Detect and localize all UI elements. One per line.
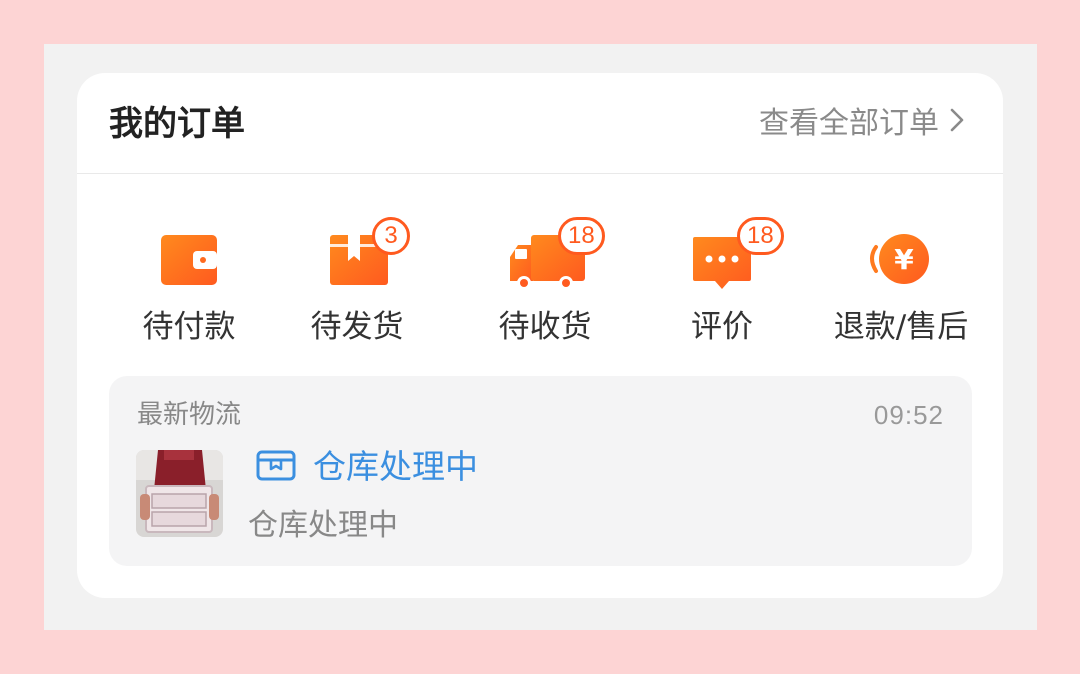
- logistics-status-text: 仓库处理中: [313, 447, 478, 486]
- box-icon: [272, 213, 442, 313]
- status-pending-payment[interactable]: 待付款: [104, 213, 274, 353]
- wallet-icon: [104, 213, 274, 313]
- card-header: 我的订单 查看全部订单: [77, 73, 1003, 174]
- status-label: 待付款: [142, 309, 236, 345]
- chevron-right-icon: [949, 105, 965, 143]
- badge-count: 18: [737, 217, 784, 255]
- package-icon: [255, 447, 297, 487]
- truck-icon: [460, 213, 630, 313]
- status-label: 待发货: [310, 309, 404, 345]
- status-label: 评价: [691, 309, 753, 345]
- status-refund-aftersale[interactable]: ¥ 退款/售后: [816, 213, 986, 353]
- my-orders-card: 我的订单 查看全部订单 待付款 3 待发货 18 待收货 18 评价 ¥ 退款/…: [77, 73, 1003, 598]
- svg-text:¥: ¥: [894, 243, 914, 276]
- latest-logistics-panel[interactable]: 最新物流 09:52 仓库处理中 仓库处理中: [109, 376, 972, 566]
- order-status-row: 待付款 3 待发货 18 待收货 18 评价 ¥ 退款/售后: [77, 213, 1003, 353]
- badge-count: 18: [558, 217, 605, 255]
- status-pending-receipt[interactable]: 18 待收货: [460, 213, 630, 353]
- view-all-label: 查看全部订单: [759, 106, 939, 141]
- badge-count: 3: [372, 217, 410, 255]
- logistics-status: 仓库处理中: [255, 446, 478, 488]
- product-thumbnail: [136, 450, 223, 537]
- view-all-orders-link[interactable]: 查看全部订单: [759, 105, 965, 143]
- status-pending-shipment[interactable]: 3 待发货: [272, 213, 442, 353]
- logistics-description: 仓库处理中: [248, 508, 398, 543]
- logistics-title: 最新物流: [137, 400, 242, 430]
- card-title: 我的订单: [109, 104, 245, 144]
- status-label: 待收货: [498, 309, 592, 345]
- logistics-time: 09:52: [873, 400, 944, 430]
- status-review[interactable]: 18 评价: [637, 213, 807, 353]
- status-label: 退款/售后: [833, 309, 969, 345]
- refund-icon: ¥: [816, 213, 986, 313]
